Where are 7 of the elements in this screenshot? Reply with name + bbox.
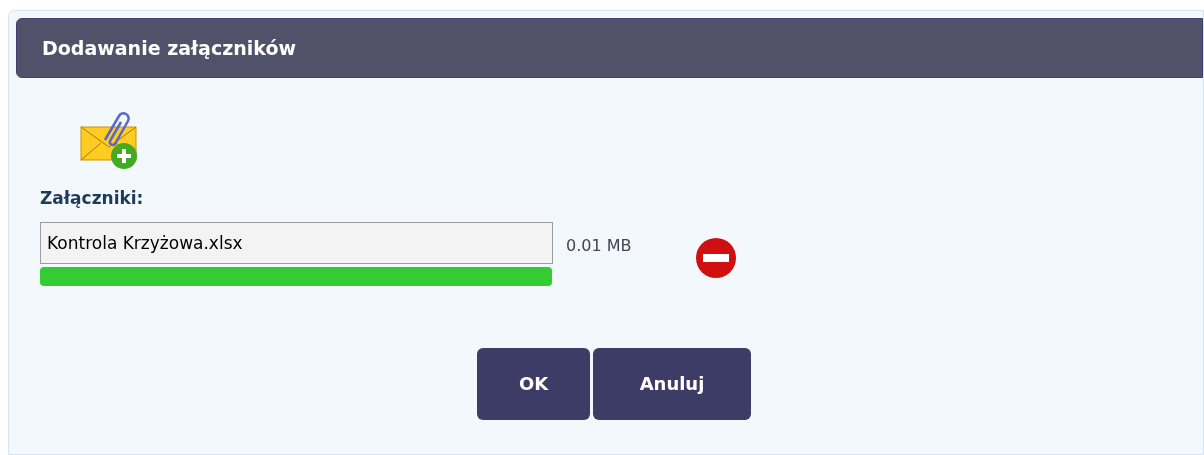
- file-name-field[interactable]: Kontrola Krzyżowa.xlsx: [40, 221, 553, 264]
- attachments-label: Załączniki:: [40, 187, 145, 210]
- remove-icon[interactable]: [693, 235, 738, 280]
- file-size: 0.01 MB: [566, 234, 632, 257]
- dialog-title: Dodawanie załączników: [42, 35, 296, 61]
- cancel-button[interactable]: Anuluj: [593, 347, 751, 420]
- ok-button[interactable]: OK: [477, 347, 590, 420]
